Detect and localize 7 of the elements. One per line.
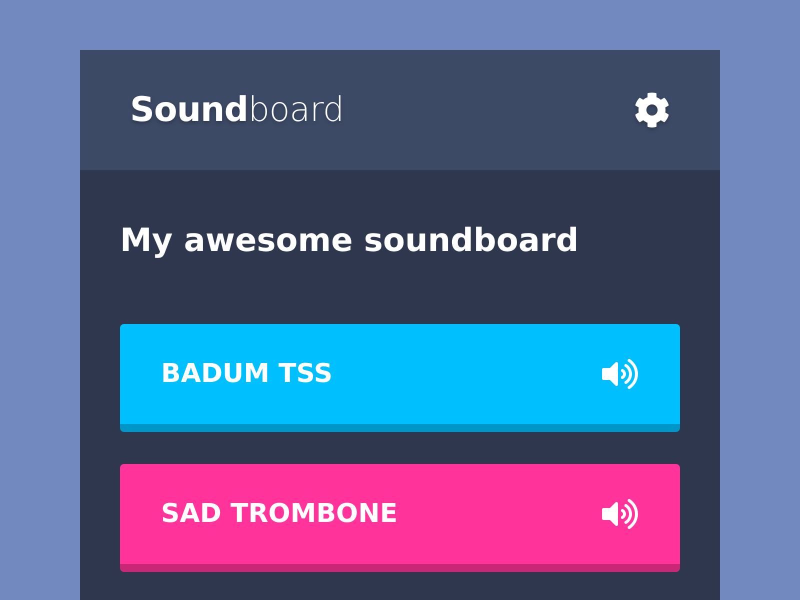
sound-button[interactable]: BADUM TSS — [120, 324, 680, 432]
speaker-icon — [600, 498, 640, 530]
sound-button[interactable]: SAD TROMBONE — [120, 464, 680, 572]
board-heading: My awesome soundboard — [120, 220, 580, 261]
speaker-icon — [600, 358, 640, 390]
settings-icon[interactable] — [634, 92, 670, 128]
app-title: Soundboard — [130, 90, 344, 130]
